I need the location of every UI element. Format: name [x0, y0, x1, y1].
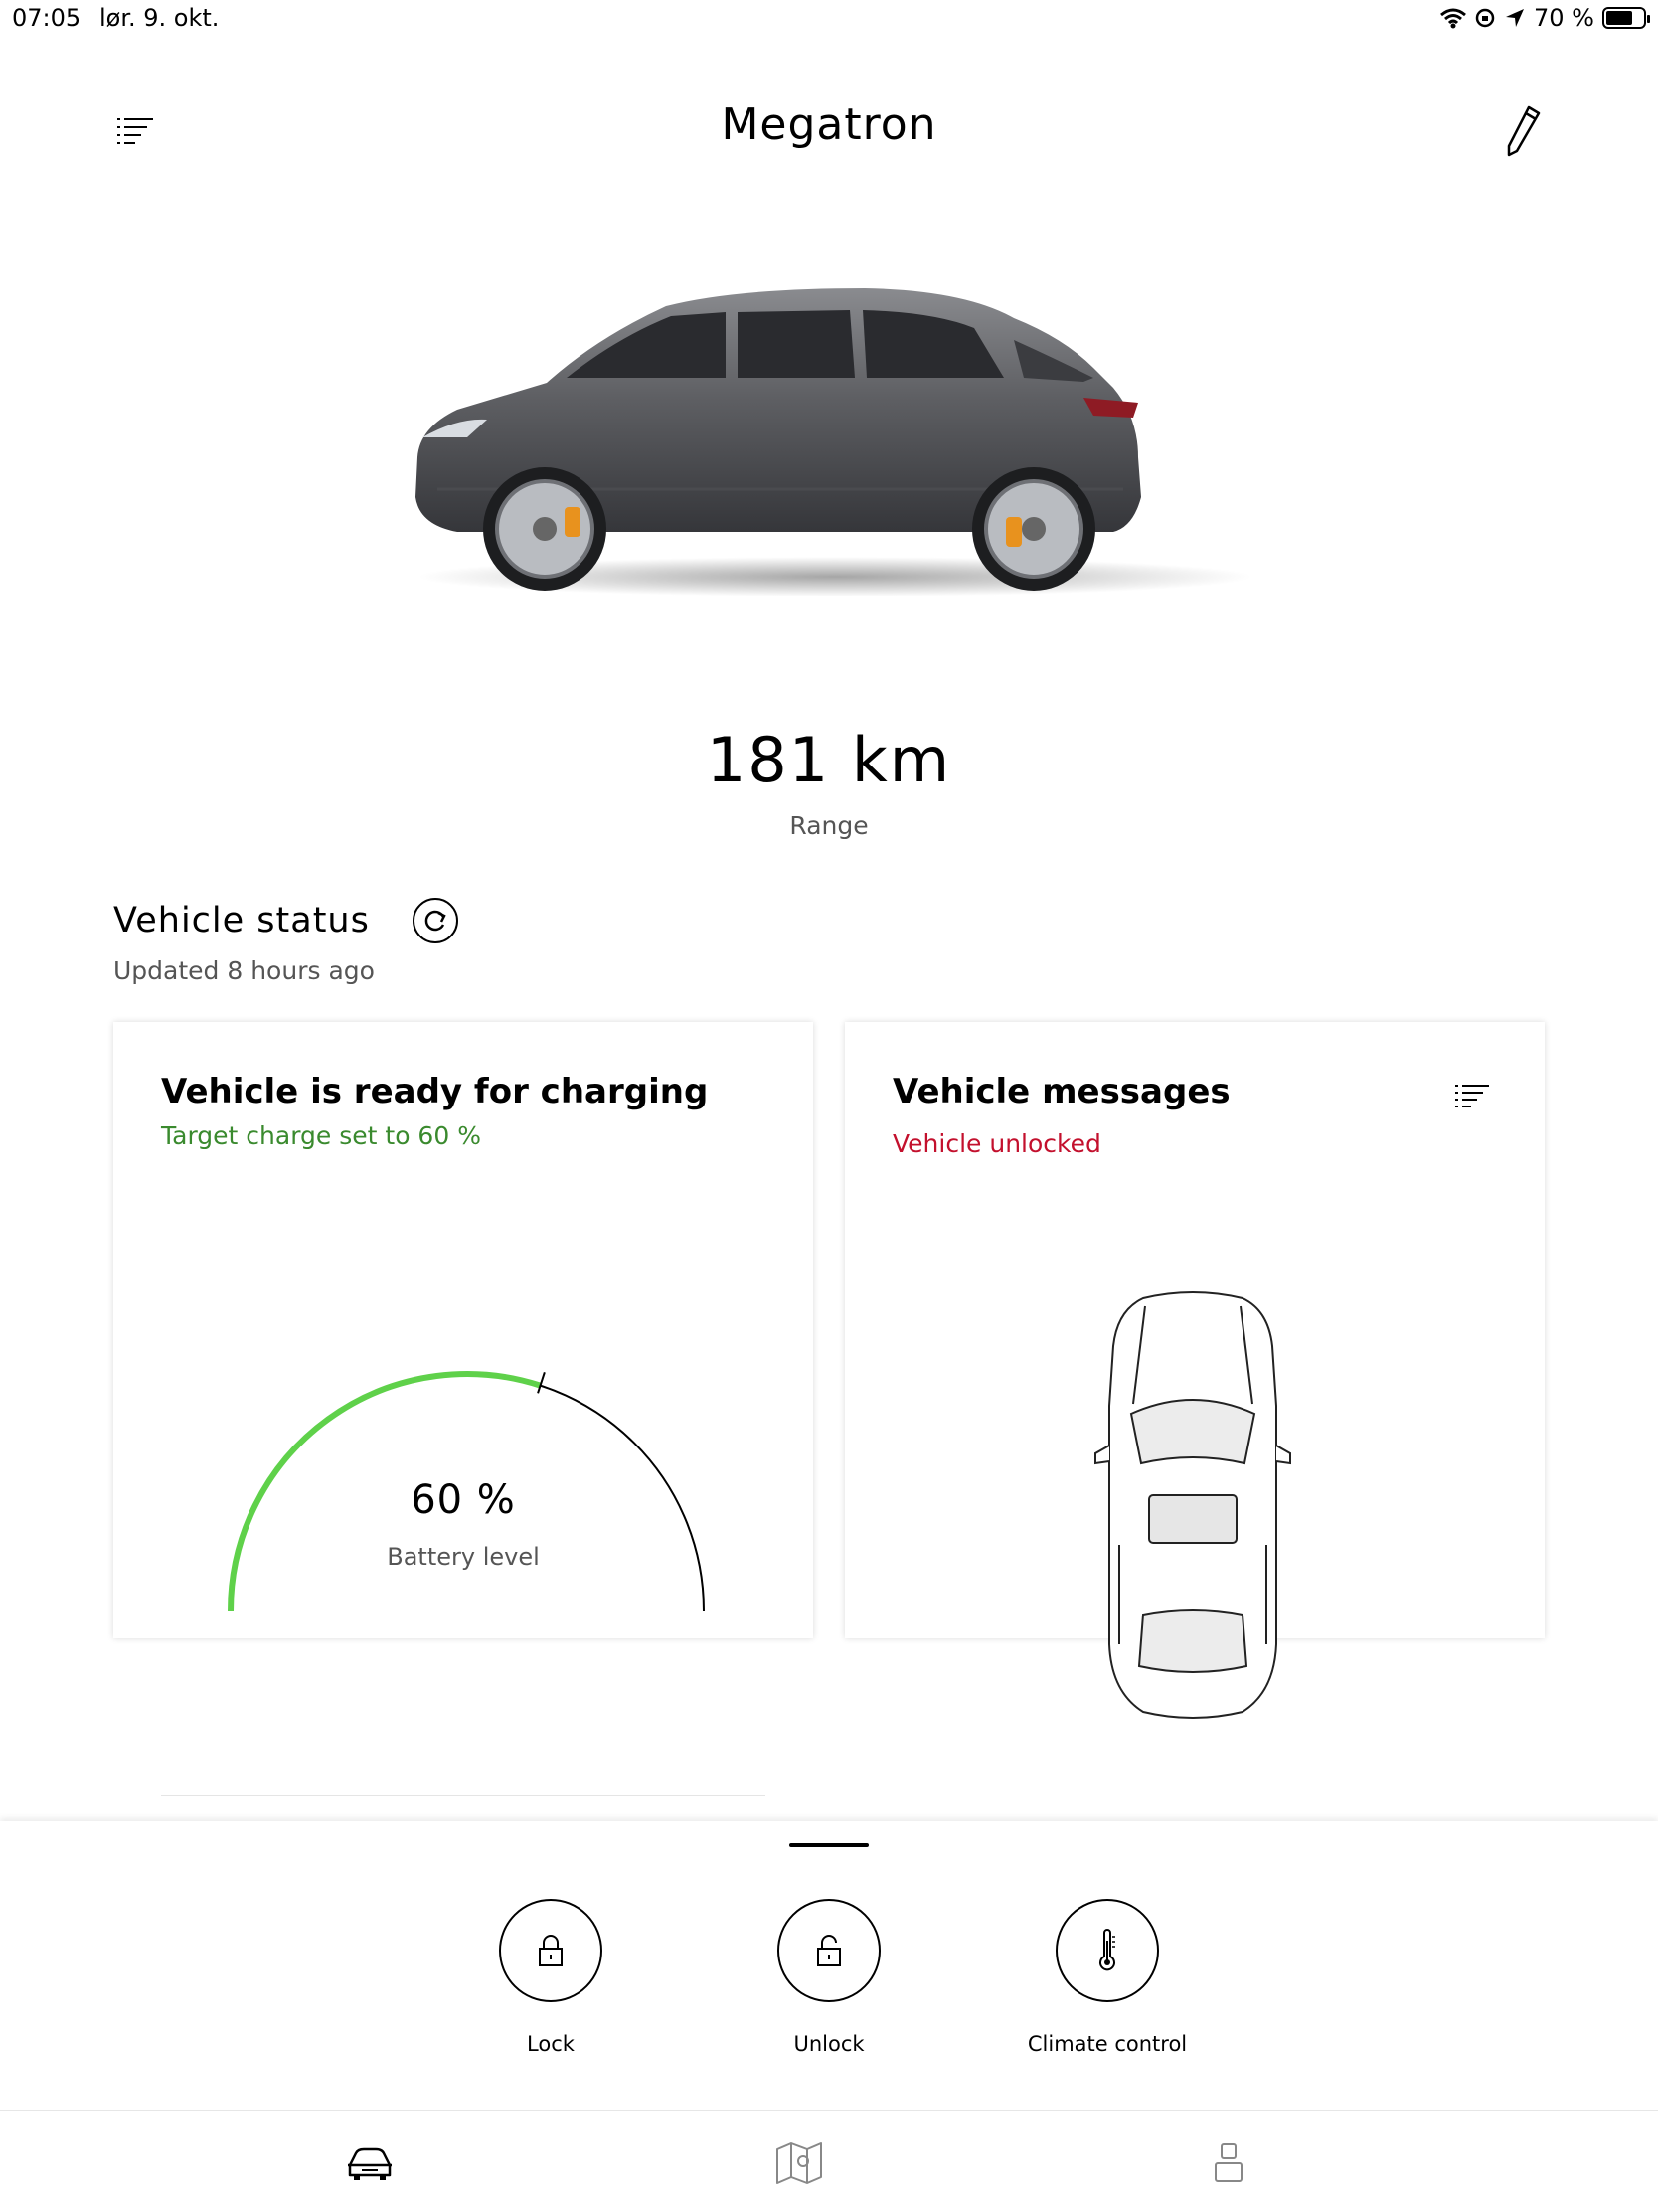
charging-card[interactable]: Vehicle is ready for charging Target cha… — [113, 1022, 813, 1796]
battery-level-label: Battery level — [387, 1543, 540, 1571]
battery-percent: 70 % — [1534, 4, 1594, 32]
unlock-button[interactable] — [777, 1899, 881, 2002]
range-label: Range — [789, 811, 869, 840]
lock-label: Lock — [527, 2032, 575, 2056]
messages-title: Vehicle messages — [893, 1072, 1231, 1111]
wifi-icon — [1440, 8, 1466, 29]
map-icon — [776, 2142, 822, 2184]
unlock-label: Unlock — [793, 2032, 865, 2056]
climate-control-button[interactable] — [1056, 1899, 1159, 2002]
unlock-action[interactable]: Unlock — [700, 1899, 958, 2056]
location-arrow-icon — [1506, 9, 1525, 27]
list-icon — [1455, 1085, 1489, 1107]
rotation-lock-icon — [1475, 8, 1495, 28]
status-indicators: 70 % — [1440, 4, 1650, 32]
lock-action[interactable]: Lock — [421, 1899, 680, 2056]
messages-subtitle: Vehicle unlocked — [893, 1129, 1101, 1158]
status-bar: 07:05 lør. 9. okt. 70 % — [0, 0, 1658, 40]
vehicle-status-title: Vehicle status — [113, 901, 370, 940]
edit-button[interactable] — [1499, 103, 1547, 159]
vehicle-status-updated: Updated 8 hours ago — [113, 956, 375, 985]
vehicle-messages-card[interactable]: Vehicle messages Vehicle unlocked — [845, 1022, 1545, 1719]
car-side-image — [415, 288, 1252, 596]
messages-list-button[interactable] — [1453, 1080, 1493, 1111]
profile-icon — [1215, 2143, 1243, 2182]
tab-profile[interactable] — [1199, 2138, 1258, 2188]
status-date: lør. 9. okt. — [99, 4, 220, 32]
lock-button[interactable] — [499, 1899, 602, 2002]
tab-map[interactable] — [769, 2138, 829, 2188]
car-icon — [348, 2147, 392, 2180]
unlock-icon — [817, 1935, 841, 1966]
thermometer-icon — [1099, 1929, 1115, 1971]
page-title: Megatron — [721, 99, 937, 150]
charging-title: Vehicle is ready for charging — [161, 1072, 709, 1111]
refresh-button[interactable] — [412, 897, 459, 944]
battery-level-value: 60 % — [411, 1477, 516, 1523]
pencil-icon — [1507, 105, 1541, 157]
sheet-handle[interactable] — [789, 1843, 869, 1847]
lock-icon — [539, 1935, 563, 1966]
battery-icon — [1602, 7, 1650, 29]
tab-bar — [0, 2110, 1658, 2212]
climate-control-label: Climate control — [1027, 2032, 1188, 2056]
charging-subtitle: Target charge set to 60 % — [161, 1121, 481, 1150]
action-sheet[interactable]: Lock Unlock Climate control — [0, 1821, 1658, 2110]
range-value: 181 km — [706, 724, 952, 796]
card-divider — [161, 1795, 765, 1796]
status-time: 07:05 — [12, 4, 82, 32]
refresh-icon — [413, 898, 458, 943]
climate-action[interactable]: Climate control — [978, 1899, 1237, 2056]
tab-vehicle[interactable] — [340, 2138, 400, 2188]
car-top-view-icon — [1094, 1291, 1291, 1719]
